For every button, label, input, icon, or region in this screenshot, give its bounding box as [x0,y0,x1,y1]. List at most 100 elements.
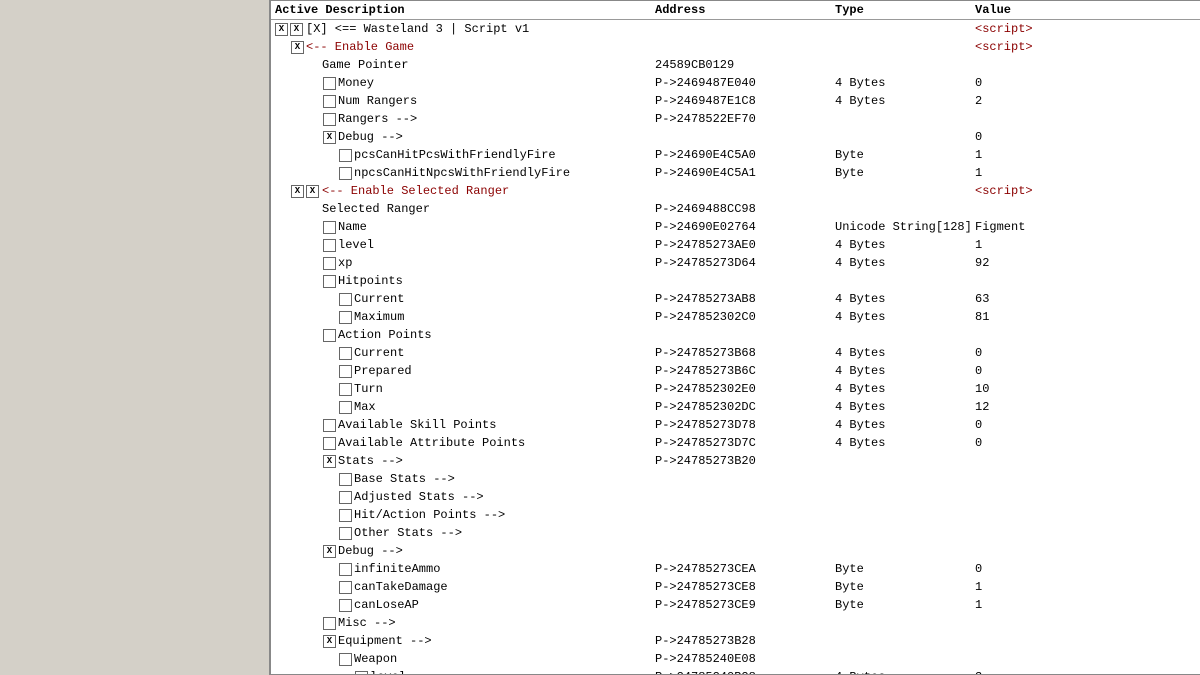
row-label: Available Attribute Points [338,436,525,450]
checkbox-empty[interactable] [323,257,336,270]
desc-cell: Hitpoints [275,274,655,288]
checkbox-empty[interactable] [339,365,352,378]
addr-cell: P->24785273CE8 [655,580,835,594]
checkbox-empty[interactable] [339,347,352,360]
table-row[interactable]: npcsCanHitNpcsWithFriendlyFireP->24690E4… [271,164,1200,182]
checkbox-x[interactable] [323,455,336,468]
table-row[interactable]: MaxP->247852302DC4 Bytes12 [271,398,1200,416]
desc-cell: Debug --> [275,130,655,144]
checkbox-empty[interactable] [323,239,336,252]
checkbox-empty[interactable] [339,599,352,612]
checkbox-empty[interactable] [355,671,368,675]
table-row[interactable]: canLoseAPP->24785273CE9Byte1 [271,596,1200,614]
table-row[interactable]: Available Attribute PointsP->24785273D7C… [271,434,1200,452]
checkbox-empty[interactable] [339,581,352,594]
checkbox-empty[interactable] [323,437,336,450]
table-row[interactable]: infiniteAmmoP->24785273CEAByte0 [271,560,1200,578]
checkbox-empty[interactable] [339,509,352,522]
checkbox-x2[interactable] [290,23,303,36]
val-cell: 2 [975,94,1095,108]
table-row[interactable]: [X] <== Wasteland 3 | Script v1<script> [271,20,1200,38]
table-row[interactable]: Selected RangerP->2469488CC98 [271,200,1200,218]
val-cell: 10 [975,382,1095,396]
checkbox-x[interactable] [323,545,336,558]
table-row[interactable]: pcsCanHitPcsWithFriendlyFireP->24690E4C5… [271,146,1200,164]
table-row[interactable]: Num RangersP->2469487E1C84 Bytes2 [271,92,1200,110]
row-label: canTakeDamage [354,580,448,594]
checkbox-x[interactable] [291,185,304,198]
val-cell: 0 [975,76,1095,90]
table-row[interactable]: Hitpoints [271,272,1200,290]
table-row[interactable]: Debug -->0 [271,128,1200,146]
checkbox-x[interactable] [323,131,336,144]
table-row[interactable]: WeaponP->24785240E08 [271,650,1200,668]
checkbox-empty[interactable] [339,401,352,414]
row-label: [X] <== Wasteland 3 | Script v1 [306,22,529,36]
table-row[interactable]: Action Points [271,326,1200,344]
table-row[interactable]: NameP->24690E02764Unicode String[128]Fig… [271,218,1200,236]
addr-cell: P->24690E02764 [655,220,835,234]
checkbox-empty[interactable] [339,167,352,180]
checkbox-empty[interactable] [323,275,336,288]
table-row[interactable]: MoneyP->2469487E0404 Bytes0 [271,74,1200,92]
val-cell: 0 [975,562,1095,576]
desc-cell: Available Skill Points [275,418,655,432]
checkbox-empty[interactable] [339,293,352,306]
table-row[interactable]: Adjusted Stats --> [271,488,1200,506]
checkbox-empty[interactable] [323,113,336,126]
desc-cell: Selected Ranger [275,202,655,216]
type-cell: 4 Bytes [835,418,975,432]
table-row[interactable]: Available Skill PointsP->24785273D784 By… [271,416,1200,434]
table-row[interactable]: PreparedP->24785273B6C4 Bytes0 [271,362,1200,380]
checkbox-empty[interactable] [339,311,352,324]
table-row[interactable]: Misc --> [271,614,1200,632]
addr-cell: P->24785273CEA [655,562,835,576]
checkbox-empty[interactable] [323,617,336,630]
checkbox-x[interactable] [323,635,336,648]
table-row[interactable]: Hit/Action Points --> [271,506,1200,524]
table-row[interactable]: Stats -->P->24785273B20 [271,452,1200,470]
table-row[interactable]: levelP->24785273AE04 Bytes1 [271,236,1200,254]
table-row[interactable]: Equipment -->P->24785273B28 [271,632,1200,650]
row-label: Other Stats --> [354,526,462,540]
checkbox-empty[interactable] [339,383,352,396]
checkbox-empty[interactable] [339,653,352,666]
checkbox-empty[interactable] [339,527,352,540]
checkbox-empty[interactable] [323,77,336,90]
row-label: npcsCanHitNpcsWithFriendlyFire [354,166,570,180]
checkbox-empty[interactable] [339,491,352,504]
table-row[interactable]: Other Stats --> [271,524,1200,542]
val-cell: 0 [975,436,1095,450]
table-row[interactable]: Debug --> [271,542,1200,560]
row-label: Game Pointer [322,58,408,72]
checkbox-empty[interactable] [323,95,336,108]
table-row[interactable]: <-- Enable Game<script> [271,38,1200,56]
checkbox-empty[interactable] [323,329,336,342]
table-row[interactable]: levelP->24785240B284 Bytes3 [271,668,1200,675]
checkbox-empty[interactable] [339,473,352,486]
checkbox-empty[interactable] [339,149,352,162]
checkbox-x[interactable] [291,41,304,54]
table-row[interactable]: canTakeDamageP->24785273CE8Byte1 [271,578,1200,596]
table-row[interactable]: CurrentP->24785273AB84 Bytes63 [271,290,1200,308]
table-row[interactable]: CurrentP->24785273B684 Bytes0 [271,344,1200,362]
table-row[interactable]: <-- Enable Selected Ranger<script> [271,182,1200,200]
table-row[interactable]: Game Pointer24589CB0129 [271,56,1200,74]
desc-cell: infiniteAmmo [275,562,655,576]
addr-cell: P->2469487E040 [655,76,835,90]
table-row[interactable]: Rangers -->P->2478522EF70 [271,110,1200,128]
val-cell: <script> [975,184,1095,198]
row-label: level [370,670,406,675]
addr-cell: P->24785273AB8 [655,292,835,306]
table-row[interactable]: MaximumP->247852302C04 Bytes81 [271,308,1200,326]
checkbox-x[interactable] [275,23,288,36]
checkbox-empty[interactable] [323,419,336,432]
desc-cell: Current [275,292,655,306]
row-label: canLoseAP [354,598,419,612]
checkbox-x2[interactable] [306,185,319,198]
table-row[interactable]: Base Stats --> [271,470,1200,488]
checkbox-empty[interactable] [339,563,352,576]
table-row[interactable]: xpP->24785273D644 Bytes92 [271,254,1200,272]
checkbox-empty[interactable] [323,221,336,234]
table-row[interactable]: TurnP->247852302E04 Bytes10 [271,380,1200,398]
